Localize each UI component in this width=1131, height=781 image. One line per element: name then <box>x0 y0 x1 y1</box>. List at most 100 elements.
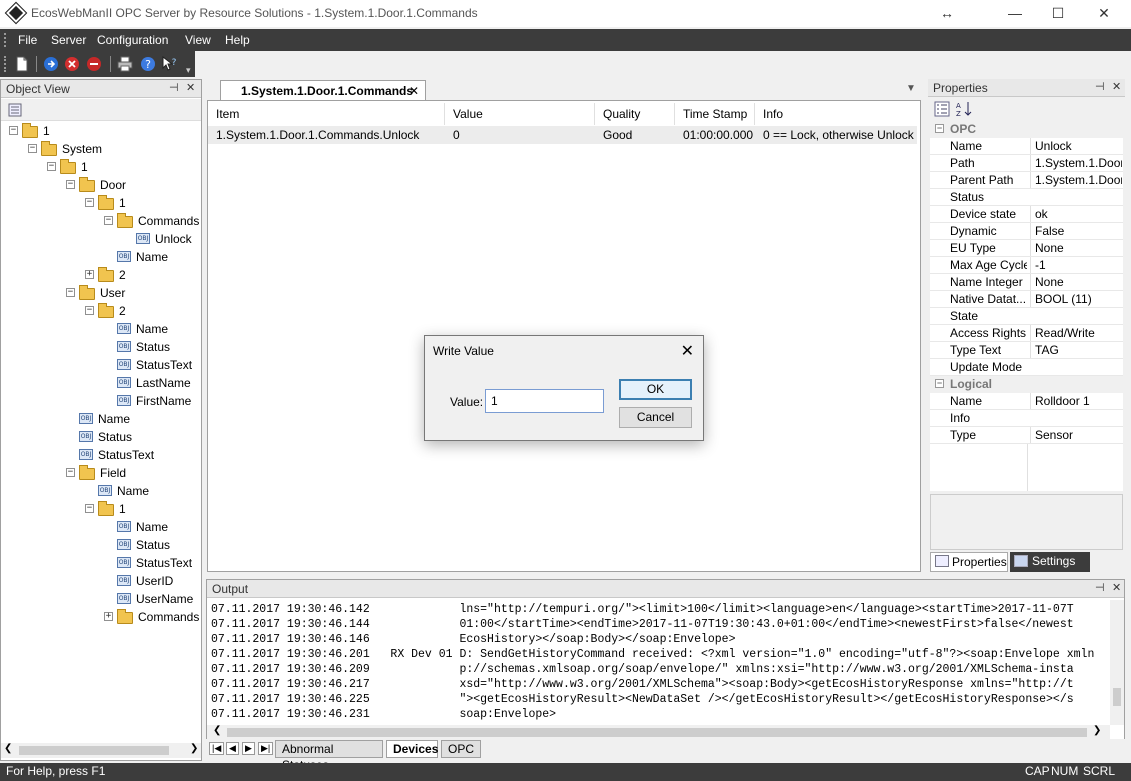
tree-node[interactable]: OBJ UserName <box>1 590 201 608</box>
column-header-timestamp[interactable]: Time Stamp <box>675 103 755 125</box>
column-header-item[interactable]: Item <box>208 103 445 125</box>
scroll-right-icon[interactable]: ❯ <box>1093 725 1101 736</box>
new-icon[interactable] <box>14 56 30 72</box>
tree-node[interactable]: OBJ Name <box>1 482 201 500</box>
collapse-icon[interactable]: − <box>66 288 75 297</box>
cancel-button[interactable]: Cancel <box>619 407 692 428</box>
property-row[interactable]: Path 1.System.1.Door... <box>930 155 1123 172</box>
last-tab-icon[interactable]: ▶| <box>258 742 274 755</box>
property-row[interactable]: Dynamic False <box>930 223 1123 240</box>
collapse-icon[interactable]: − <box>66 180 75 189</box>
property-row[interactable]: Info <box>930 410 1123 427</box>
close-button[interactable]: ✕ <box>1081 0 1127 27</box>
first-tab-icon[interactable]: |◀ <box>209 742 225 755</box>
object-view-hscroll[interactable]: ❮ ❯ <box>1 743 201 758</box>
maximize-button[interactable]: ☐ <box>1035 0 1081 27</box>
tree-node[interactable]: OBJ UserID <box>1 572 201 590</box>
output-vscroll[interactable] <box>1110 600 1124 725</box>
document-tab[interactable]: 1.System.1.Door.1.Commands ✕ <box>220 80 426 100</box>
tree-node[interactable]: + Commands <box>1 608 201 626</box>
property-value[interactable]: Unlock <box>1030 138 1122 154</box>
property-row[interactable]: Name Unlock <box>930 138 1123 155</box>
expand-icon[interactable]: + <box>104 612 113 621</box>
scroll-left-icon[interactable]: ❮ <box>4 743 12 754</box>
property-value[interactable]: False <box>1030 223 1122 239</box>
collapse-icon[interactable]: − <box>935 379 944 388</box>
property-row[interactable]: Status <box>930 189 1123 206</box>
tab-settings[interactable]: Settings <box>1010 552 1090 572</box>
expand-icon[interactable]: + <box>85 270 94 279</box>
tree-node[interactable]: OBJ Status <box>1 428 201 446</box>
collapse-icon[interactable]: − <box>9 126 18 135</box>
cell-quality[interactable]: Good <box>595 126 675 144</box>
scroll-thumb[interactable] <box>1113 688 1121 706</box>
property-value[interactable]: 1.System.1.Door... <box>1030 155 1122 171</box>
tree-node[interactable]: OBJ Status <box>1 338 201 356</box>
pin-icon[interactable]: ⊣ <box>1095 581 1105 594</box>
collapse-icon[interactable]: − <box>47 162 56 171</box>
tree-node[interactable]: OBJ StatusText <box>1 554 201 572</box>
property-row[interactable]: Update Mode <box>930 359 1123 376</box>
toolbar-overflow-icon[interactable]: ▾ <box>186 65 191 76</box>
property-row[interactable]: Name Integer None <box>930 274 1123 291</box>
tree-node[interactable]: OBJ Name <box>1 410 201 428</box>
property-value[interactable]: Rolldoor 1 <box>1030 393 1122 409</box>
tree-node[interactable]: OBJ LastName <box>1 374 201 392</box>
property-row[interactable]: Type Sensor <box>930 427 1123 444</box>
tab-properties[interactable]: Properties <box>930 552 1008 572</box>
collapse-icon[interactable]: − <box>85 306 94 315</box>
connect-icon[interactable] <box>43 56 59 72</box>
property-value[interactable]: None <box>1030 274 1122 290</box>
tree-node[interactable]: OBJ StatusText <box>1 356 201 374</box>
tree-node[interactable]: − User <box>1 284 201 302</box>
property-value[interactable]: Read/Write <box>1030 325 1122 341</box>
tree-node[interactable]: − Door <box>1 176 201 194</box>
property-row[interactable]: Max Age Cycle -1 <box>930 257 1123 274</box>
tree-node[interactable]: − Field <box>1 464 201 482</box>
output-hscroll[interactable]: ❮ ❯ <box>207 725 1110 740</box>
pin-icon[interactable]: ⊣ <box>1095 80 1105 93</box>
property-value[interactable]: BOOL (11) <box>1030 291 1122 307</box>
tree-node[interactable]: −1 <box>1 122 201 140</box>
dialog-close-icon[interactable]: ✕ <box>681 341 694 361</box>
tree-node[interactable]: −1 <box>1 500 201 518</box>
column-header-info[interactable]: Info <box>755 103 917 125</box>
tree-node[interactable]: OBJ Name <box>1 320 201 338</box>
tree-node[interactable]: OBJ StatusText <box>1 446 201 464</box>
property-row[interactable]: Device state ok <box>930 206 1123 223</box>
property-value[interactable]: 1.System.1.Door... <box>1030 172 1122 188</box>
menu-view[interactable]: View <box>185 33 211 47</box>
help-icon[interactable]: ? <box>140 56 156 72</box>
property-row[interactable]: State <box>930 308 1123 325</box>
tree-node[interactable]: − System <box>1 140 201 158</box>
sort-alpha-icon[interactable]: AZ <box>956 101 974 117</box>
menu-configuration[interactable]: Configuration <box>97 33 168 47</box>
pin-icon[interactable]: ⊣ <box>169 81 179 94</box>
tree-node[interactable]: OBJ FirstName <box>1 392 201 410</box>
collapse-icon[interactable]: − <box>935 124 944 133</box>
collapse-icon[interactable]: − <box>104 216 113 225</box>
prev-tab-icon[interactable]: ◀ <box>226 742 239 755</box>
collapse-icon[interactable]: − <box>28 144 37 153</box>
close-icon[interactable]: ✕ <box>1112 80 1121 93</box>
minimize-button[interactable]: — <box>992 0 1038 27</box>
disconnect-icon[interactable] <box>64 56 80 72</box>
collapse-icon[interactable]: − <box>66 468 75 477</box>
stop-icon[interactable] <box>86 56 102 72</box>
menu-file[interactable]: File <box>18 33 37 47</box>
property-value[interactable]: None <box>1030 240 1122 256</box>
property-value[interactable]: TAG <box>1030 342 1122 358</box>
cell-timestamp[interactable]: 01:00:00.000 <box>675 126 755 144</box>
collapse-icon[interactable]: − <box>85 504 94 513</box>
tab-devices[interactable]: Devices <box>386 740 438 758</box>
tab-abnormal-statuses[interactable]: Abnormal Statuses <box>275 740 383 772</box>
output-log[interactable]: 07.11.2017 19:30:46.142 lns="http://temp… <box>207 601 1110 725</box>
tree-node[interactable]: −1 <box>1 194 201 212</box>
property-value[interactable]: -1 <box>1030 257 1122 273</box>
scroll-thumb[interactable] <box>19 746 169 755</box>
properties-icon[interactable] <box>7 102 23 118</box>
tab-dropdown-icon[interactable]: ▼ <box>906 83 916 94</box>
property-row[interactable]: Native Datat... BOOL (11) <box>930 291 1123 308</box>
categorized-icon[interactable] <box>934 101 950 117</box>
property-value[interactable]: ok <box>1030 206 1122 222</box>
